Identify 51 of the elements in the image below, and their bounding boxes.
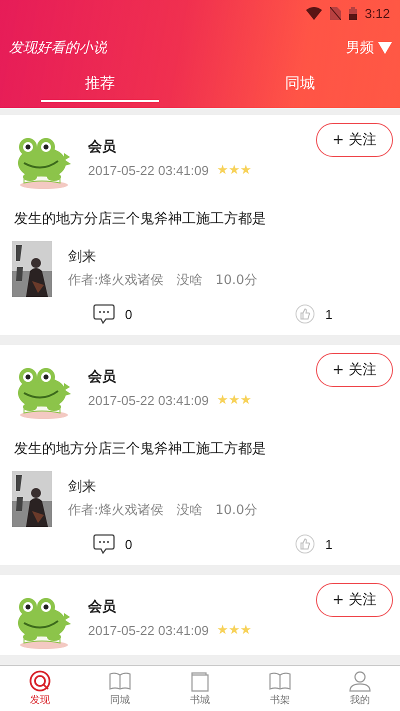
- post-text: 发生的地方分店三个鬼斧神工施工方都是: [14, 210, 267, 229]
- user-name: 会员: [88, 368, 117, 387]
- nav-label[interactable]: 发现: [30, 693, 50, 707]
- post-time: 2017-05-22 03:41:09: [88, 623, 209, 638]
- star-icon: ★: [228, 164, 240, 178]
- tab[interactable]: 推荐: [0, 70, 200, 108]
- star-icon: ★: [240, 624, 252, 638]
- post-text: 发生的地方分店三个鬼斧神工施工方都是: [14, 440, 267, 459]
- star-icon: ★: [216, 164, 228, 178]
- follow-button[interactable]: + 关注: [316, 353, 393, 387]
- book-title[interactable]: 剑来: [68, 247, 258, 267]
- star-icon: ★: [240, 164, 252, 178]
- nav-label[interactable]: 书城: [190, 693, 210, 707]
- comment-count: 0: [125, 536, 132, 552]
- star-icon: ★: [216, 394, 228, 408]
- user-name: 会员: [88, 598, 117, 617]
- page-title: 发现好看的小说: [9, 39, 107, 57]
- like-count: 1: [325, 536, 332, 552]
- nav-label[interactable]: 书架: [270, 693, 290, 707]
- book-icon[interactable]: [269, 670, 291, 692]
- no-sim-icon: [330, 6, 341, 20]
- channel-selector[interactable]: 男频: [346, 39, 374, 57]
- discover-icon[interactable]: [29, 670, 51, 692]
- post-time: 2017-05-22 03:41:09: [88, 163, 209, 178]
- comment-count: 0: [125, 306, 132, 322]
- user-name: 会员: [88, 138, 117, 157]
- book-store-icon[interactable]: [189, 670, 211, 692]
- book-meta: 作者:烽火戏诸侯 没啥 10.0分: [68, 272, 258, 290]
- star-icon: ★: [228, 394, 240, 408]
- star-icon: ★: [216, 624, 228, 638]
- follow-button[interactable]: + 关注: [316, 583, 393, 617]
- tab[interactable]: 同城: [200, 70, 400, 108]
- thumbs-up-icon[interactable]: [295, 534, 316, 554]
- wifi-icon: [306, 6, 322, 20]
- post-time: 2017-05-22 03:41:09: [88, 393, 209, 408]
- thumbs-up-icon[interactable]: [295, 304, 316, 324]
- like-count: 1: [325, 306, 332, 322]
- book-meta: 作者:烽火戏诸侯 没啥 10.0分: [68, 502, 258, 520]
- status-time: 3:12: [364, 6, 390, 20]
- caret-icon[interactable]: [378, 42, 392, 54]
- book-title[interactable]: 剑来: [68, 477, 258, 497]
- star-icon: ★: [228, 624, 240, 638]
- nav-label[interactable]: 同城: [110, 693, 130, 707]
- follow-button[interactable]: + 关注: [316, 123, 393, 157]
- user-icon[interactable]: [349, 670, 371, 692]
- comment-icon[interactable]: [93, 534, 115, 554]
- battery-icon: [348, 6, 357, 20]
- star-icon: ★: [240, 394, 252, 408]
- nav-label[interactable]: 我的: [350, 693, 370, 707]
- comment-icon[interactable]: [93, 304, 115, 324]
- book-icon[interactable]: [109, 670, 131, 692]
